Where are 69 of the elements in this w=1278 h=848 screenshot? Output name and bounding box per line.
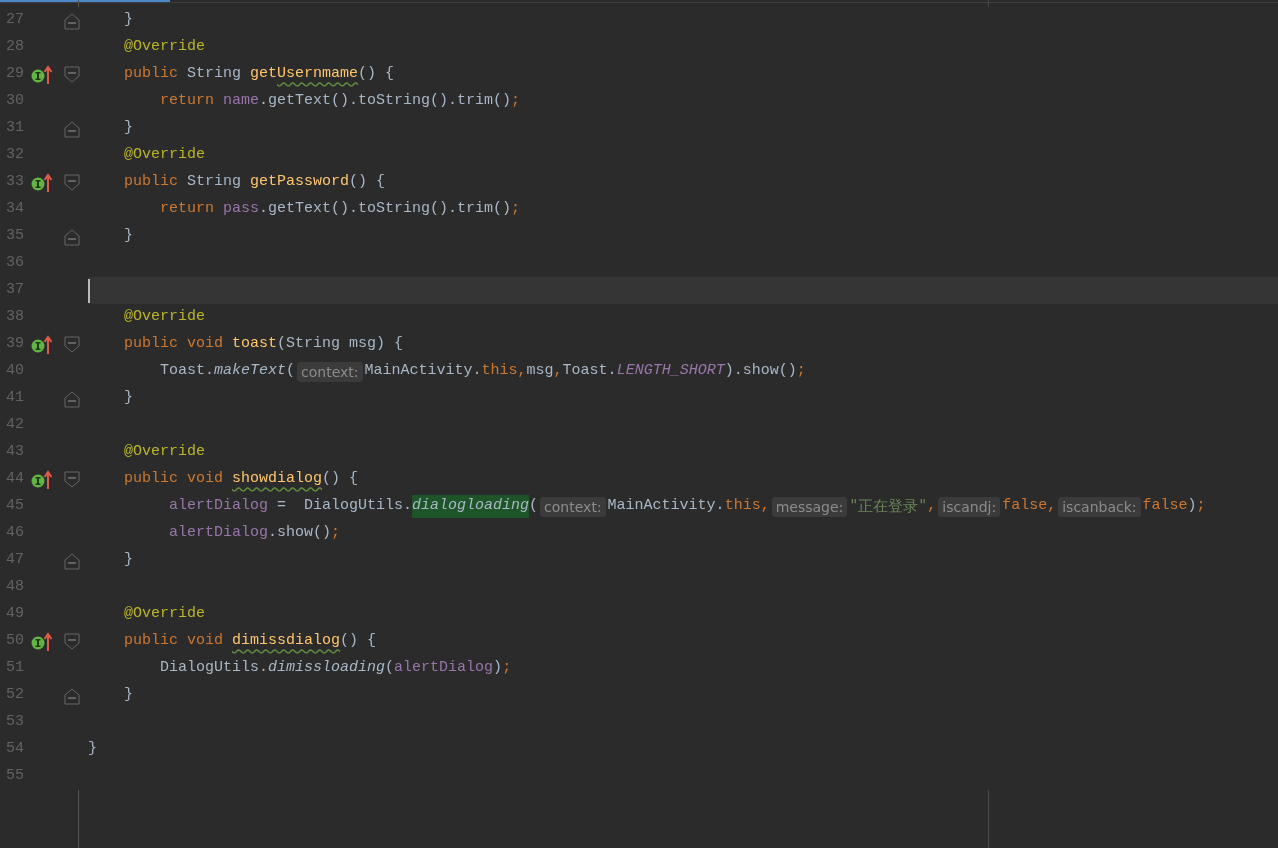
implements-marker-icon[interactable] xyxy=(31,469,52,490)
code-line: public void dimissdialog() { xyxy=(124,631,377,652)
line-number: 50 xyxy=(5,631,24,652)
code-line: @Override xyxy=(124,145,205,166)
line-number: 34 xyxy=(5,199,24,220)
fold-marker-icon[interactable] xyxy=(64,470,80,489)
line-number: 32 xyxy=(5,145,24,166)
code-line: return pass.getText().toString().trim(); xyxy=(160,199,521,220)
implements-marker-icon[interactable] xyxy=(31,334,52,355)
line-number: 33 xyxy=(5,172,24,193)
code-line: Toast.makeText( context: MainActivity.this,msg,Toast.LENGTH_SHORT).show(); xyxy=(160,360,806,383)
code-line: alertDialog.show(); xyxy=(169,523,341,544)
code-line: } xyxy=(124,226,133,247)
implements-marker-icon[interactable] xyxy=(31,172,52,193)
fold-marker-icon[interactable] xyxy=(64,632,80,651)
line-number: 45 xyxy=(5,496,24,517)
text-cursor xyxy=(88,278,90,303)
line-number: 51 xyxy=(5,658,24,679)
line-number: 49 xyxy=(5,604,24,625)
line-number: 44 xyxy=(5,469,24,490)
code-line: } xyxy=(124,118,133,139)
fold-marker-icon[interactable] xyxy=(64,173,80,192)
line-number: 46 xyxy=(5,523,24,544)
fold-marker-icon[interactable] xyxy=(64,65,80,84)
line-number: 28 xyxy=(5,37,24,58)
line-number: 55 xyxy=(5,766,24,787)
fold-marker-icon[interactable] xyxy=(64,119,80,138)
line-number: 37 xyxy=(5,280,24,301)
code-line: public String getPassword() { xyxy=(124,172,386,193)
code-line: return name.getText().toString().trim(); xyxy=(160,91,521,112)
code-line: alertDialog = DialogUtils.dialogloading( context: MainActivity.this, message: "正在登录", iscandj: false, iscanback: false); xyxy=(169,495,1206,518)
line-number: 53 xyxy=(5,712,24,733)
fold-marker-icon[interactable] xyxy=(64,335,80,354)
line-number: 36 xyxy=(5,253,24,274)
fold-marker-icon[interactable] xyxy=(64,389,80,408)
code-line: public void showdialog() { xyxy=(124,469,359,490)
code-line: @Override xyxy=(124,37,205,58)
fold-marker-icon[interactable] xyxy=(64,686,80,705)
implements-marker-icon[interactable] xyxy=(31,64,52,85)
code-line: DialogUtils.dimissloading(alertDialog); xyxy=(160,658,512,679)
line-number: 27 xyxy=(5,10,24,31)
line-number: 31 xyxy=(5,118,24,139)
line-number: 41 xyxy=(5,388,24,409)
code-line: } xyxy=(124,10,133,31)
code-line: public void toast(String msg) { xyxy=(124,334,404,355)
line-number: 29 xyxy=(5,64,24,85)
line-number: 35 xyxy=(5,226,24,247)
line-number: 48 xyxy=(5,577,24,598)
code-line: @Override xyxy=(124,307,205,328)
line-number: 47 xyxy=(5,550,24,571)
fold-marker-icon[interactable] xyxy=(64,11,80,30)
implements-marker-icon[interactable] xyxy=(31,631,52,652)
code-line: } xyxy=(124,550,133,571)
code-line: @Override xyxy=(124,604,205,625)
line-number: 39 xyxy=(5,334,24,355)
code-line: } xyxy=(124,685,133,706)
line-number: 40 xyxy=(5,361,24,382)
code-line: @Override xyxy=(124,442,205,463)
line-number: 54 xyxy=(5,739,24,760)
line-number: 38 xyxy=(5,307,24,328)
line-number: 52 xyxy=(5,685,24,706)
fold-marker-icon[interactable] xyxy=(64,551,80,570)
line-number: 30 xyxy=(5,91,24,112)
code-line: } xyxy=(88,739,97,760)
code-line: public String getUsernmame() { xyxy=(124,64,395,85)
fold-marker-icon[interactable] xyxy=(64,227,80,246)
code-line: } xyxy=(124,388,133,409)
line-number: 43 xyxy=(5,442,24,463)
line-number: 42 xyxy=(5,415,24,436)
